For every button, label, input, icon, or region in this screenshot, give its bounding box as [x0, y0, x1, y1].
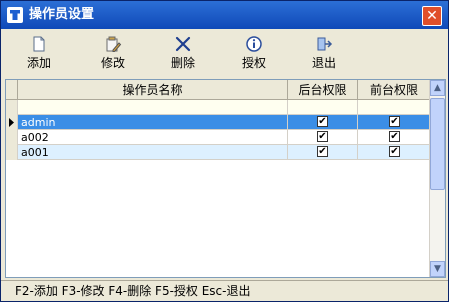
info-icon: [246, 36, 262, 52]
operator-name-cell[interactable]: a001: [18, 145, 288, 160]
exit-icon: [317, 37, 333, 51]
operator-settings-window: 操作员设置 ✕ 添加 修改 删除 授权 退出 操作员名称 后台权限 前台权限 a…: [0, 0, 449, 302]
delete-icon: [175, 36, 191, 52]
table-row[interactable]: a001 ✔ ✔: [6, 145, 431, 160]
vertical-scrollbar[interactable]: ▲ ▼: [429, 80, 445, 277]
edit-button[interactable]: 修改: [85, 35, 141, 73]
column-header-name[interactable]: 操作员名称: [18, 80, 288, 100]
close-button[interactable]: ✕: [422, 6, 442, 26]
new-row[interactable]: [6, 100, 431, 115]
edit-icon: [106, 36, 122, 52]
table-row[interactable]: admin ✔ ✔: [6, 115, 431, 130]
chevron-down-icon: ▼: [434, 264, 441, 274]
column-header-backend[interactable]: 后台权限: [288, 80, 358, 100]
document-icon: [33, 36, 45, 52]
status-bar: F2-添加 F3-修改 F4-删除 F5-授权 Esc-退出: [1, 280, 448, 301]
scroll-up-button[interactable]: ▲: [430, 80, 445, 96]
app-icon: [7, 7, 23, 23]
backend-permission-checkbox[interactable]: ✔: [317, 146, 328, 157]
backend-permission-checkbox[interactable]: ✔: [317, 131, 328, 142]
backend-permission-checkbox[interactable]: ✔: [317, 116, 328, 127]
frontend-permission-checkbox[interactable]: ✔: [389, 146, 400, 157]
window-title: 操作员设置: [29, 7, 95, 22]
chevron-up-icon: ▲: [434, 83, 441, 93]
column-header-frontend[interactable]: 前台权限: [358, 80, 431, 100]
exit-button[interactable]: 退出: [296, 35, 352, 73]
title-bar[interactable]: 操作员设置 ✕: [1, 1, 448, 29]
table-row[interactable]: a002 ✔ ✔: [6, 130, 431, 145]
toolbar: 添加 修改 删除 授权 退出: [1, 29, 448, 75]
operator-name-cell[interactable]: admin: [18, 115, 288, 130]
scroll-thumb[interactable]: [430, 98, 445, 190]
add-button[interactable]: 添加: [11, 35, 67, 73]
frontend-permission-checkbox[interactable]: ✔: [389, 131, 400, 142]
close-icon: ✕: [426, 8, 438, 24]
header-indicator: [6, 80, 18, 100]
grid-header: 操作员名称 后台权限 前台权限: [6, 80, 431, 100]
current-row-arrow-icon: [9, 118, 14, 127]
delete-button[interactable]: 删除: [155, 35, 211, 73]
shortcut-hint: F2-添加 F3-修改 F4-删除 F5-授权 Esc-退出: [15, 284, 251, 298]
frontend-permission-checkbox[interactable]: ✔: [389, 116, 400, 127]
row-indicator: [6, 115, 18, 130]
authorize-button[interactable]: 授权: [226, 35, 282, 73]
scroll-down-button[interactable]: ▼: [430, 261, 445, 277]
operator-name-cell[interactable]: a002: [18, 130, 288, 145]
operator-grid[interactable]: 操作员名称 后台权限 前台权限 admin ✔ ✔ a002 ✔ ✔ a001 …: [5, 79, 446, 278]
